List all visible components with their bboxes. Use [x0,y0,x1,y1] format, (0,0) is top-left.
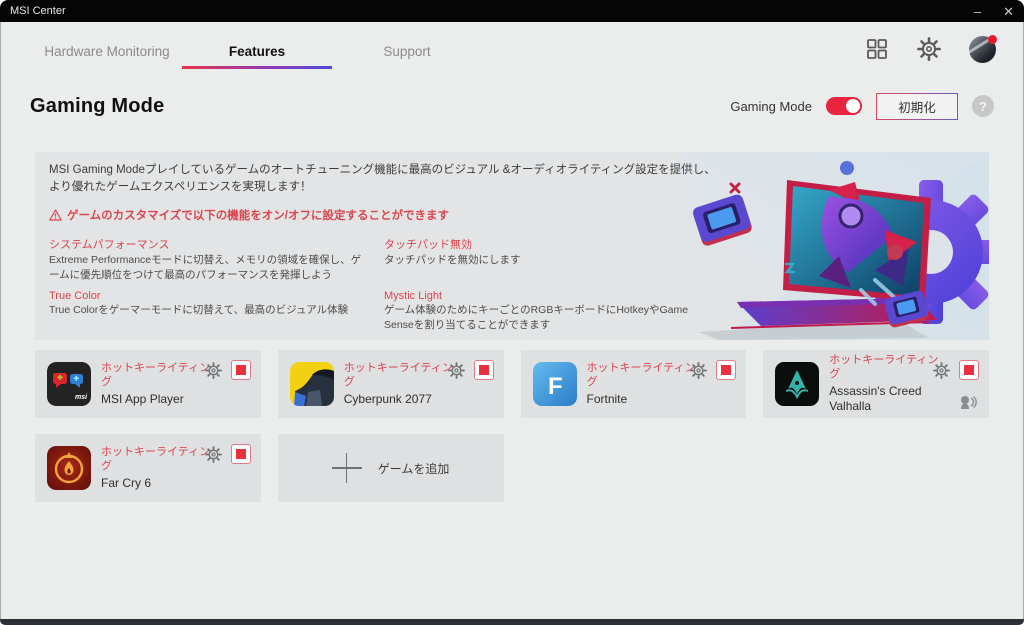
red-square-icon [964,365,974,375]
toggle-knob [846,99,860,113]
feature-system-performance: システムパフォーマンス Extreme Performanceモードに切替え、メ… [49,236,384,283]
close-button[interactable]: ✕ [1003,5,1014,18]
user-avatar[interactable] [969,34,997,63]
minimize-button[interactable]: – [974,5,981,18]
page-title: Gaming Mode [30,94,165,117]
tab-hardware-monitoring[interactable]: Hardware Monitoring [32,30,182,69]
game-card-msi-app-player[interactable]: msi ホットキーライティング MSI App Player [35,350,261,418]
msi-logo-text: msi [75,394,88,401]
game-name: Far Cry 6 [101,475,152,490]
far-cry-6-icon [47,446,91,490]
titlebar: MSI Center – ✕ [0,0,1024,22]
fortnite-icon: F [532,362,577,406]
page-header: Gaming Mode Gaming Mode 初期化 ? [30,88,994,124]
gaming-mode-description: MSI Gaming Modeプレイしているゲームのオートチューニング機能に最高… [49,164,716,194]
feature-true-color: True Color True Colorをゲーマーモードに切替えて、最高のビジ… [49,290,384,333]
help-icon[interactable]: ? [972,95,994,117]
navbar: Hardware Monitoring Features Support [0,22,1024,76]
gaming-mode-info-panel: MSI Gaming Modeプレイしているゲームのオートチューニング機能に最高… [35,152,989,340]
ac-valhalla-icon [775,362,820,406]
game-card-far-cry-6[interactable]: ホットキーライティング Far Cry 6 [35,434,261,502]
game-name: Assassin's Creed Valhalla [829,383,922,414]
card-stop-button[interactable] [473,360,494,380]
tab-label: Support [383,43,431,59]
customize-warning: ゲームのカスタマイズで以下の機能をオン/オフに設定することができます [49,207,725,223]
plus-icon [331,453,362,483]
card-stop-button[interactable] [716,360,737,380]
hotkey-lighting-label: ホットキーライティング [101,361,211,389]
cyberpunk-2077-icon [289,362,334,406]
msi-center-window: MSI Center – ✕ Hardware Monitoring Featu… [0,0,1024,625]
game-name: Fortnite [586,391,628,406]
feature-title: システムパフォーマンス [49,238,170,251]
card-stop-button[interactable] [230,360,251,380]
msi-app-player-icon: msi [47,362,91,406]
reset-button[interactable]: 初期化 [876,92,958,120]
gaming-mode-toggle[interactable] [826,97,862,115]
card-stop-button[interactable] [959,360,979,380]
game-name: Cyberpunk 2077 [343,391,432,406]
card-settings-gear-icon[interactable] [933,361,950,379]
warning-triangle-icon [49,208,62,221]
gaming-mode-illustration [679,152,989,340]
card-settings-gear-icon[interactable] [204,445,222,463]
card-settings-gear-icon[interactable] [690,361,708,379]
gaming-mode-toggle-label: Gaming Mode [730,98,812,114]
card-settings-gear-icon[interactable] [447,361,465,379]
add-game-label: ゲームを追加 [377,461,450,476]
game-card-cyberpunk-2077[interactable]: ホットキーライティング Cyberpunk 2077 [277,350,504,418]
red-square-icon [235,365,246,375]
game-card-ac-valhalla[interactable]: ホットキーライティング Assassin's Creed Valhalla [763,350,989,418]
tab-features[interactable]: Features [182,30,332,69]
feature-mystic-light: Mystic Light ゲーム体験のためにキーごとのRGBキーボードにHotk… [384,290,725,333]
red-square-icon [478,365,489,375]
red-square-icon [721,365,732,375]
voice-chat-icon[interactable] [959,394,977,410]
main-tabs: Hardware Monitoring Features Support [32,30,482,69]
apps-grid-icon[interactable] [865,37,889,61]
card-settings-gear-icon[interactable] [204,361,222,379]
add-game-card[interactable]: ゲームを追加 [277,434,504,502]
feature-description: True Colorをゲーマーモードに切替えて、最高のビジュアル体験 [49,303,349,316]
red-square-icon [235,449,246,459]
hotkey-lighting-label: ホットキーライティング [829,354,939,381]
settings-gear-icon[interactable] [917,37,941,61]
game-cards-grid: msi ホットキーライティング MSI App Player ホットキーライティ… [35,350,989,502]
features-list: システムパフォーマンス Extreme Performanceモードに切替え、メ… [49,229,725,341]
feature-title: タッチパッド無効 [384,238,472,251]
feature-touchpad-disable: タッチパッド無効 タッチパッドを無効にします [384,236,725,283]
tab-support[interactable]: Support [332,30,482,69]
fortnite-letter: F [548,373,563,400]
feature-description: タッチパッドを無効にします [384,253,521,266]
warning-text: ゲームのカスタマイズで以下の機能をオン/オフに設定することができます [67,209,450,222]
hotkey-lighting-label: ホットキーライティング [586,361,696,389]
window-bottom-edge [0,619,1024,625]
feature-title: Mystic Light [384,289,443,302]
tab-label: Features [228,43,286,59]
game-card-fortnite[interactable]: F ホットキーライティング Fortnite [520,350,747,418]
feature-description: Extreme Performanceモードに切替え、メモリの領域を確保し、ゲー… [49,253,362,281]
hotkey-lighting-label: ホットキーライティング [101,445,211,473]
tab-label: Hardware Monitoring [44,43,170,59]
hotkey-lighting-label: ホットキーライティング [343,361,453,389]
card-stop-button[interactable] [230,444,251,464]
feature-title: True Color [49,289,101,302]
feature-description: ゲーム体験のためにキーごとのRGBキーボードにHotkeyやGame Sense… [384,303,689,332]
game-name: MSI App Player [101,391,184,406]
active-tab-underline [182,65,332,69]
window-title: MSI Center [10,5,66,17]
